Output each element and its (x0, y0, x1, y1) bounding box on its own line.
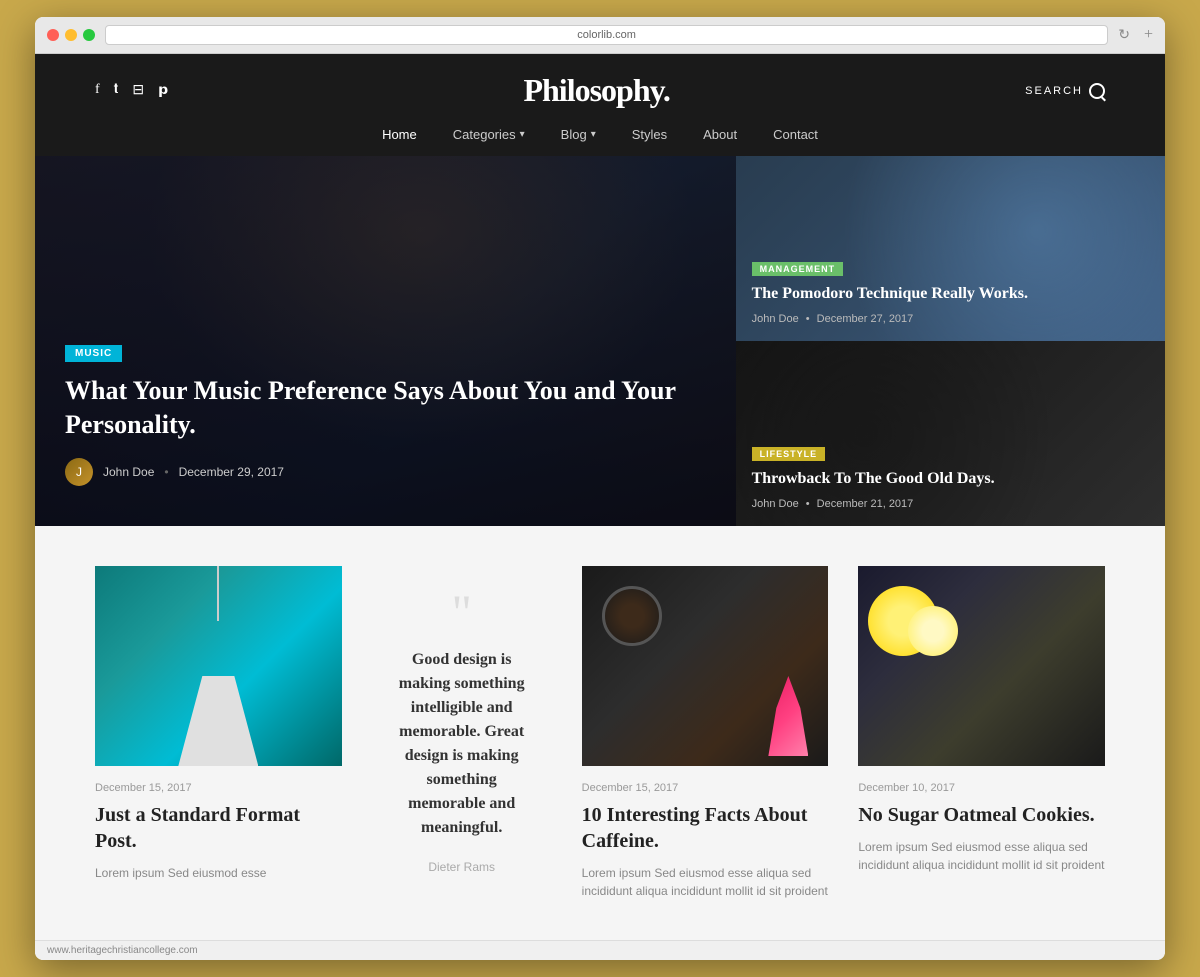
side-tag-2: LIFESTYLE (752, 447, 826, 461)
author-avatar: J (65, 458, 93, 486)
flowers-image (858, 566, 1105, 766)
post-date-1: December 15, 2017 (95, 782, 342, 794)
side-title-2: Throwback To The Good Old Days. (752, 469, 1149, 490)
hero-section: MUSIC What Your Music Preference Says Ab… (35, 156, 1165, 526)
post-card-coffee[interactable]: December 15, 2017 10 Interesting Facts A… (582, 566, 829, 900)
quote-mark-icon: " (451, 592, 471, 632)
coffee-image (582, 566, 829, 766)
hero-date: December 29, 2017 (179, 465, 284, 479)
side-author-1: John Doe (752, 313, 799, 325)
status-url: www.heritagechristiancollege.com (47, 945, 198, 956)
nav-item-categories[interactable]: Categories ▾ (453, 127, 525, 142)
hero-side-card-1[interactable]: MANAGEMENT The Pomodoro Technique Really… (736, 156, 1165, 341)
address-bar[interactable]: colorlib.com (105, 25, 1108, 45)
browser-window: colorlib.com ↻ + f 𝐭 ⊟ 𝗽 Philosophy. SEA… (35, 17, 1165, 960)
nav-item-contact[interactable]: Contact (773, 127, 818, 142)
close-button[interactable] (47, 29, 59, 41)
post-title-1: Just a Standard Format Post. (95, 802, 342, 854)
side-meta-1: John Doe • December 27, 2017 (752, 313, 1149, 325)
twitter-icon[interactable]: 𝐭 (114, 82, 119, 99)
card-content-1: MANAGEMENT The Pomodoro Technique Really… (752, 259, 1149, 325)
nav-item-about[interactable]: About (703, 127, 737, 142)
post-date-3: December 10, 2017 (858, 782, 1105, 794)
chevron-down-icon: ▾ (520, 129, 525, 140)
hero-meta: J John Doe • December 29, 2017 (65, 458, 706, 486)
refresh-button[interactable]: ↻ (1118, 27, 1130, 44)
lamp-shade (178, 676, 258, 766)
post-date-2: December 15, 2017 (582, 782, 829, 794)
traffic-lights (47, 29, 95, 41)
hero-content: MUSIC What Your Music Preference Says Ab… (65, 343, 706, 486)
new-tab-button[interactable]: + (1144, 26, 1153, 44)
chevron-down-icon: ▾ (591, 129, 596, 140)
side-tag-1: MANAGEMENT (752, 262, 844, 276)
side-date-1: December 27, 2017 (817, 313, 914, 325)
hero-side-card-2[interactable]: LIFESTYLE Throwback To The Good Old Days… (736, 341, 1165, 526)
search-button[interactable]: SEARCH (1025, 83, 1105, 99)
meta-separator: • (164, 465, 168, 479)
hero-side-posts: MANAGEMENT The Pomodoro Technique Really… (736, 156, 1165, 526)
pinterest-icon[interactable]: 𝗽 (158, 82, 168, 99)
side-author-2: John Doe (752, 498, 799, 510)
instagram-icon[interactable]: ⊟ (132, 82, 144, 99)
lamp-image (95, 566, 342, 766)
post-card-lamp[interactable]: December 15, 2017 Just a Standard Format… (95, 566, 342, 900)
quote-card: " Good design is making something intell… (372, 566, 552, 900)
tulip-flower (768, 676, 808, 756)
post-excerpt-3: Lorem ipsum Sed eiusmod esse aliqua sed … (858, 838, 1105, 874)
nav-item-styles[interactable]: Styles (632, 127, 667, 142)
minimize-button[interactable] (65, 29, 77, 41)
post-card-flowers[interactable]: December 10, 2017 No Sugar Oatmeal Cooki… (858, 566, 1105, 900)
post-excerpt-1: Lorem ipsum Sed eiusmod esse (95, 864, 342, 882)
nav-item-blog[interactable]: Blog ▾ (561, 127, 596, 142)
content-section: December 15, 2017 Just a Standard Format… (35, 526, 1165, 940)
side-title-1: The Pomodoro Technique Really Works. (752, 284, 1149, 305)
hero-title: What Your Music Preference Says About Yo… (65, 374, 706, 442)
site-navigation: Home Categories ▾ Blog ▾ Styles About Co… (35, 127, 1165, 156)
side-date-2: December 21, 2017 (817, 498, 914, 510)
social-icons: f 𝐭 ⊟ 𝗽 (95, 82, 168, 99)
card-content-2: LIFESTYLE Throwback To The Good Old Days… (752, 444, 1149, 510)
lamp-cord (217, 566, 219, 621)
search-icon (1089, 83, 1105, 99)
post-title-3: No Sugar Oatmeal Cookies. (858, 802, 1105, 828)
meta-dot: • (802, 313, 814, 325)
coffee-cup (602, 586, 662, 646)
maximize-button[interactable] (83, 29, 95, 41)
post-excerpt-2: Lorem ipsum Sed eiusmod esse aliqua sed … (582, 864, 829, 900)
meta-dot: • (802, 498, 814, 510)
site-header: f 𝐭 ⊟ 𝗽 Philosophy. SEARCH (35, 54, 1165, 127)
facebook-icon[interactable]: f (95, 82, 100, 99)
status-bar: www.heritagechristiancollege.com (35, 940, 1165, 960)
nav-item-home[interactable]: Home (382, 127, 417, 142)
hero-author: John Doe (103, 465, 154, 479)
quote-text: Good design is making something intellig… (392, 648, 532, 840)
quote-author: Dieter Rams (428, 860, 495, 874)
search-label: SEARCH (1025, 85, 1083, 97)
hero-tag-badge[interactable]: MUSIC (65, 345, 122, 362)
hero-main-post[interactable]: MUSIC What Your Music Preference Says Ab… (35, 156, 736, 526)
yellow-flower-2 (908, 606, 958, 656)
post-title-2: 10 Interesting Facts About Caffeine. (582, 802, 829, 854)
side-meta-2: John Doe • December 21, 2017 (752, 498, 1149, 510)
site-logo[interactable]: Philosophy. (523, 72, 669, 109)
browser-chrome: colorlib.com ↻ + (35, 17, 1165, 54)
